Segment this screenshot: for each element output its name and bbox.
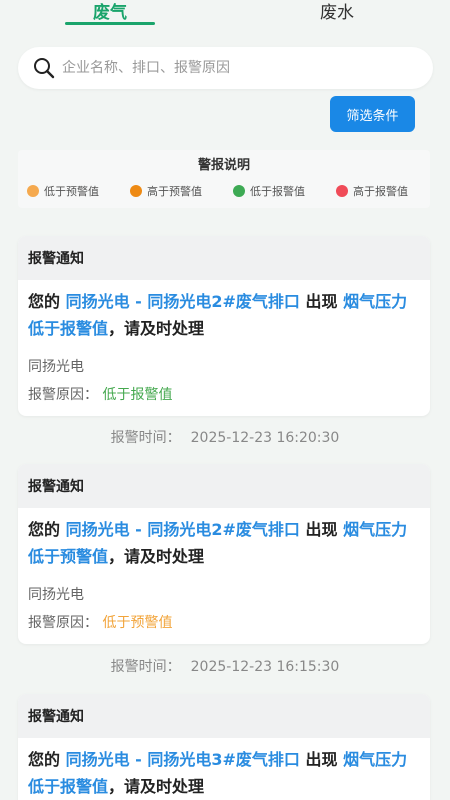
alarm-card[interactable]: 报警通知 您的 同扬光电 - 同扬光电2#废气排口 出现 烟气压力低于预警值，请… — [18, 464, 430, 644]
reason-value: 低于报警值 — [102, 387, 173, 403]
alarm-time: 报警时间： 2025-12-23 16:20:30 — [0, 427, 450, 447]
search-input[interactable] — [62, 47, 422, 89]
legend-dot-icon — [130, 185, 142, 197]
alarm-source: 同扬光电 - 同扬光电2#废气排口 — [65, 292, 300, 311]
message-middle: 出现 — [305, 292, 338, 311]
legend-item: 低于预警值 — [27, 184, 99, 200]
message-middle: 出现 — [305, 750, 338, 769]
search-icon[interactable] — [32, 56, 56, 80]
alarm-reason: 报警原因： 低于报警值 — [28, 384, 172, 404]
filter-button[interactable]: 筛选条件 — [330, 96, 415, 132]
time-value: 2025-12-23 16:15:30 — [190, 659, 340, 675]
legend-dot-icon — [27, 185, 39, 197]
legend-label: 高于预警值 — [147, 185, 202, 198]
card-header: 报警通知 — [18, 236, 430, 280]
time-label: 报警时间： — [110, 430, 181, 446]
message-suffix: ，请及时处理 — [108, 777, 205, 796]
alarm-source: 同扬光电 - 同扬光电3#废气排口 — [65, 750, 300, 769]
message-suffix: ，请及时处理 — [108, 319, 205, 338]
alarm-message: 您的 同扬光电 - 同扬光电2#废气排口 出现 烟气压力低于报警值，请及时处理 — [28, 288, 423, 342]
reason-label: 报警原因： — [28, 387, 98, 403]
legend-dot-icon — [233, 185, 245, 197]
legend-item: 高于预警值 — [130, 184, 202, 200]
alarm-legend: 警报说明 低于预警值 高于预警值 低于报警值 高于报警值 — [18, 150, 430, 208]
message-prefix: 您的 — [28, 750, 61, 769]
message-suffix: ，请及时处理 — [108, 547, 205, 566]
active-tab-indicator — [65, 22, 155, 25]
legend-item: 高于报警值 — [336, 184, 408, 200]
legend-item: 低于报警值 — [233, 184, 305, 200]
time-value: 2025-12-23 16:20:30 — [190, 430, 340, 446]
tab-waste-water[interactable]: 废水 — [292, 0, 382, 26]
tab-bar: 废气 废水 — [0, 0, 450, 26]
reason-label: 报警原因： — [28, 615, 98, 631]
legend-title: 警报说明 — [197, 158, 250, 173]
message-middle: 出现 — [305, 520, 338, 539]
legend-label: 高于报警值 — [353, 185, 408, 198]
alarm-time: 报警时间： 2025-12-23 16:15:30 — [0, 656, 450, 676]
legend-dot-icon — [336, 185, 348, 197]
alarm-card[interactable]: 报警通知 您的 同扬光电 - 同扬光电3#废气排口 出现 烟气压力低于报警值，请… — [18, 694, 430, 800]
alarm-message: 您的 同扬光电 - 同扬光电3#废气排口 出现 烟气压力低于报警值，请及时处理 — [28, 746, 423, 800]
time-label: 报警时间： — [110, 659, 181, 675]
message-prefix: 您的 — [28, 292, 61, 311]
alarm-reason: 报警原因： 低于预警值 — [28, 612, 172, 632]
message-prefix: 您的 — [28, 520, 61, 539]
company-name: 同扬光电 — [28, 587, 84, 603]
card-header: 报警通知 — [18, 464, 430, 508]
legend-label: 低于报警值 — [250, 185, 305, 198]
search-bar — [18, 47, 433, 89]
alarm-card[interactable]: 报警通知 您的 同扬光电 - 同扬光电2#废气排口 出现 烟气压力低于报警值，请… — [18, 236, 430, 416]
company-name: 同扬光电 — [28, 359, 84, 375]
alarm-source: 同扬光电 - 同扬光电2#废气排口 — [65, 520, 300, 539]
reason-value: 低于预警值 — [102, 615, 173, 631]
legend-label: 低于预警值 — [44, 185, 99, 198]
alarm-message: 您的 同扬光电 - 同扬光电2#废气排口 出现 烟气压力低于预警值，请及时处理 — [28, 516, 423, 570]
card-header: 报警通知 — [18, 694, 430, 738]
